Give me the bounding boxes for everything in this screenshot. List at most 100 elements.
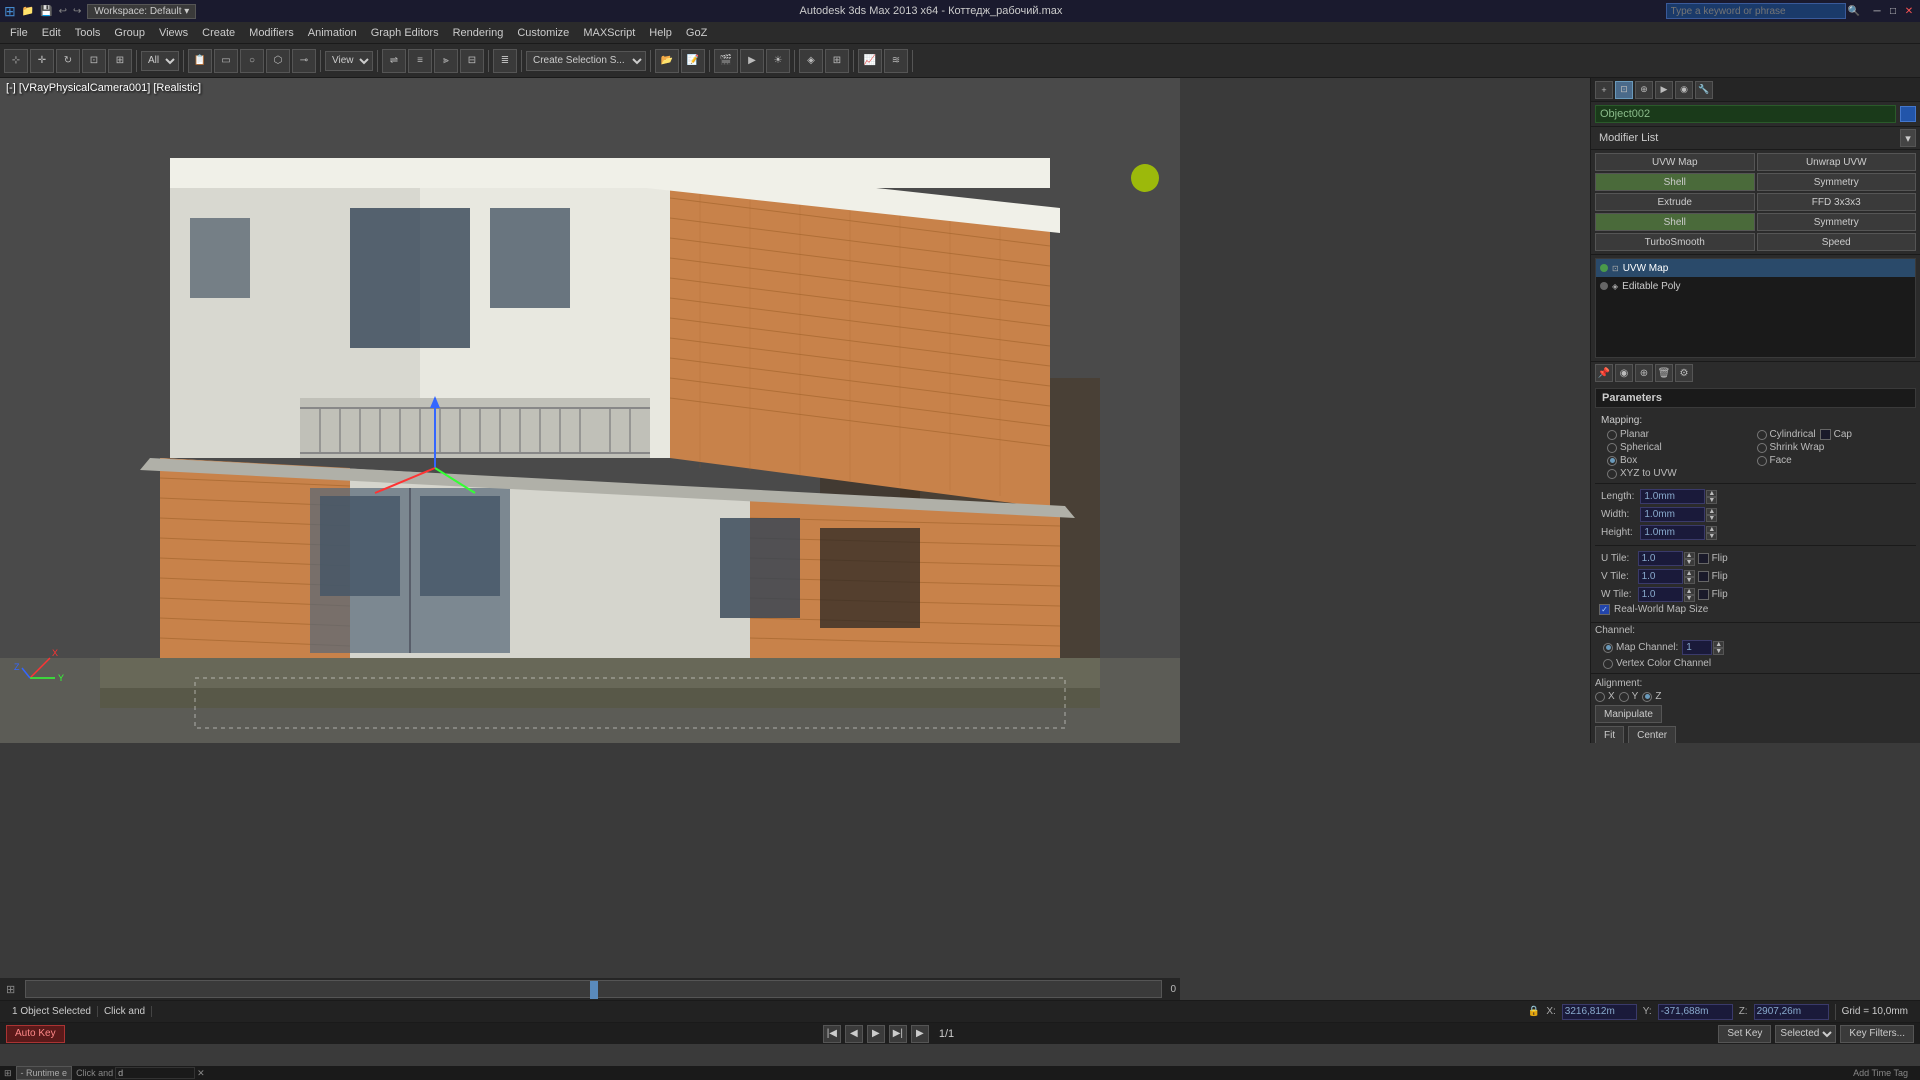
pin-stack-btn[interactable]: 📌 xyxy=(1595,364,1613,382)
map-channel-radio[interactable]: Map Channel: xyxy=(1603,642,1678,653)
selection-set[interactable]: Create Selection S... xyxy=(526,51,646,71)
length-input[interactable] xyxy=(1640,489,1705,504)
rect-select[interactable]: ▭ xyxy=(214,49,238,73)
layer-mgr[interactable]: ≣ xyxy=(493,49,517,73)
circle-select[interactable]: ○ xyxy=(240,49,264,73)
material-editor[interactable]: ◈ xyxy=(799,49,823,73)
menu-help[interactable]: Help xyxy=(643,25,678,41)
flip-w-checkbox[interactable] xyxy=(1698,589,1709,600)
move-tool[interactable]: ✛ xyxy=(30,49,54,73)
mirror-tool[interactable]: ⇌ xyxy=(382,49,406,73)
speed-btn[interactable]: Speed xyxy=(1757,233,1917,251)
edit-named-sets[interactable]: 📝 xyxy=(681,49,705,73)
uwv-map-btn[interactable]: UVW Map xyxy=(1595,153,1755,171)
modifier-list-dropdown[interactable]: ▾ xyxy=(1900,129,1916,147)
make-unique-btn[interactable]: ⊕ xyxy=(1635,364,1653,382)
symmetry-btn-2[interactable]: Symmetry xyxy=(1757,213,1917,231)
height-input[interactable] xyxy=(1640,525,1705,540)
cap-checkbox[interactable] xyxy=(1820,429,1831,440)
auto-key-button[interactable]: Auto Key xyxy=(6,1025,65,1043)
hierarchy-tab[interactable]: ⊕ xyxy=(1635,81,1653,99)
scale-tool[interactable]: ⊡ xyxy=(82,49,106,73)
menu-modifiers[interactable]: Modifiers xyxy=(243,25,300,41)
utilities-tab[interactable]: 🔧 xyxy=(1695,81,1713,99)
menu-file[interactable]: File xyxy=(4,25,34,41)
rotate-tool[interactable]: ↻ xyxy=(56,49,80,73)
building-scene[interactable]: X Y Z xyxy=(0,78,1180,743)
align-z-radio[interactable]: Z xyxy=(1642,691,1661,702)
active-shade[interactable]: ☀ xyxy=(766,49,790,73)
selection-filter[interactable]: All xyxy=(141,51,179,71)
anim-prev-key[interactable]: |◀ xyxy=(823,1025,841,1043)
menu-customize[interactable]: Customize xyxy=(511,25,575,41)
set-key-button[interactable]: Set Key xyxy=(1718,1025,1771,1043)
map-channel-up[interactable]: ▲ xyxy=(1713,641,1724,648)
menu-maxscript[interactable]: MAXScript xyxy=(577,25,641,41)
menu-rendering[interactable]: Rendering xyxy=(447,25,510,41)
xyztouwv-radio[interactable]: XYZ to UVW xyxy=(1607,468,1904,479)
named-sets[interactable]: 📂 xyxy=(655,49,679,73)
planar-radio[interactable]: Planar xyxy=(1607,429,1755,440)
wtile-down-btn[interactable]: ▼ xyxy=(1684,595,1695,602)
menu-edit[interactable]: Edit xyxy=(36,25,67,41)
symmetry-btn-1[interactable]: Symmetry xyxy=(1757,173,1917,191)
shrinkwrap-radio[interactable]: Shrink Wrap xyxy=(1757,442,1905,453)
add-time-tag-btn[interactable]: Add Time Tag xyxy=(1845,1068,1916,1078)
timeline-slider[interactable] xyxy=(25,980,1162,998)
width-down-btn[interactable]: ▼ xyxy=(1706,515,1717,522)
length-down-btn[interactable]: ▼ xyxy=(1706,497,1717,504)
align-y-radio[interactable]: Y xyxy=(1619,691,1639,702)
utile-input[interactable] xyxy=(1638,551,1683,566)
stack-item-uvwmap[interactable]: ⊡ UVW Map xyxy=(1596,259,1915,277)
z-coord-input[interactable] xyxy=(1754,1004,1829,1020)
script-input[interactable] xyxy=(115,1067,195,1079)
dope-sheet[interactable]: ≋ xyxy=(884,49,908,73)
face-radio[interactable]: Face xyxy=(1757,455,1905,466)
menu-group[interactable]: Group xyxy=(108,25,151,41)
anim-next-key[interactable]: ▶ xyxy=(911,1025,929,1043)
stack-item-editpoly[interactable]: ◈ Editable Poly xyxy=(1596,277,1915,295)
quick-align[interactable]: ⊟ xyxy=(460,49,484,73)
anim-next-frame[interactable]: ▶| xyxy=(889,1025,907,1043)
turbosmooth-btn[interactable]: TurboSmooth xyxy=(1595,233,1755,251)
lasso-select[interactable]: ⊸ xyxy=(292,49,316,73)
view-dropdown[interactable]: View xyxy=(325,51,373,71)
quick-render[interactable]: ▶ xyxy=(740,49,764,73)
schematic[interactable]: ⊞ xyxy=(825,49,849,73)
realworld-checkbox[interactable]: ✓ xyxy=(1599,604,1610,615)
menu-views[interactable]: Views xyxy=(153,25,194,41)
height-up-btn[interactable]: ▲ xyxy=(1706,526,1717,533)
unwrap-uvw-btn[interactable]: Unwrap UVW xyxy=(1757,153,1917,171)
menu-tools[interactable]: Tools xyxy=(69,25,107,41)
key-filters-button[interactable]: Key Filters... xyxy=(1840,1025,1914,1043)
vtile-input[interactable] xyxy=(1638,569,1683,584)
configure-btn[interactable]: ⚙ xyxy=(1675,364,1693,382)
curve-editor[interactable]: 📈 xyxy=(858,49,882,73)
y-coord-input[interactable] xyxy=(1658,1004,1733,1020)
minimize-button[interactable]: ─ xyxy=(1870,4,1884,18)
manipulate-button[interactable]: Manipulate xyxy=(1595,705,1662,723)
align-tool[interactable]: ≡ xyxy=(408,49,432,73)
width-input[interactable] xyxy=(1640,507,1705,522)
map-channel-down[interactable]: ▼ xyxy=(1713,648,1724,655)
anim-play[interactable]: ▶ xyxy=(867,1025,885,1043)
vtile-up-btn[interactable]: ▲ xyxy=(1684,570,1695,577)
width-up-btn[interactable]: ▲ xyxy=(1706,508,1717,515)
fit-button[interactable]: Fit xyxy=(1595,726,1624,743)
align-x-radio[interactable]: X xyxy=(1595,691,1615,702)
spacing-tool[interactable]: ⫸ xyxy=(434,49,458,73)
ref-tool[interactable]: ⊞ xyxy=(108,49,132,73)
select-tool[interactable]: ⊹ xyxy=(4,49,28,73)
wtile-input[interactable] xyxy=(1638,587,1683,602)
render-setup[interactable]: 🎬 xyxy=(714,49,738,73)
script-close[interactable]: ✕ xyxy=(197,1068,205,1079)
main-viewport[interactable]: [-] [VRayPhysicalCamera001] [Realistic] xyxy=(0,78,1180,743)
utile-up-btn[interactable]: ▲ xyxy=(1684,552,1695,559)
maximize-button[interactable]: □ xyxy=(1886,4,1900,18)
flip-v-checkbox[interactable] xyxy=(1698,571,1709,582)
vtile-down-btn[interactable]: ▼ xyxy=(1684,577,1695,584)
display-tab[interactable]: ◉ xyxy=(1675,81,1693,99)
center-button[interactable]: Center xyxy=(1628,726,1676,743)
shell-btn-2[interactable]: Shell xyxy=(1595,213,1755,231)
menu-goz[interactable]: GoZ xyxy=(680,25,713,41)
